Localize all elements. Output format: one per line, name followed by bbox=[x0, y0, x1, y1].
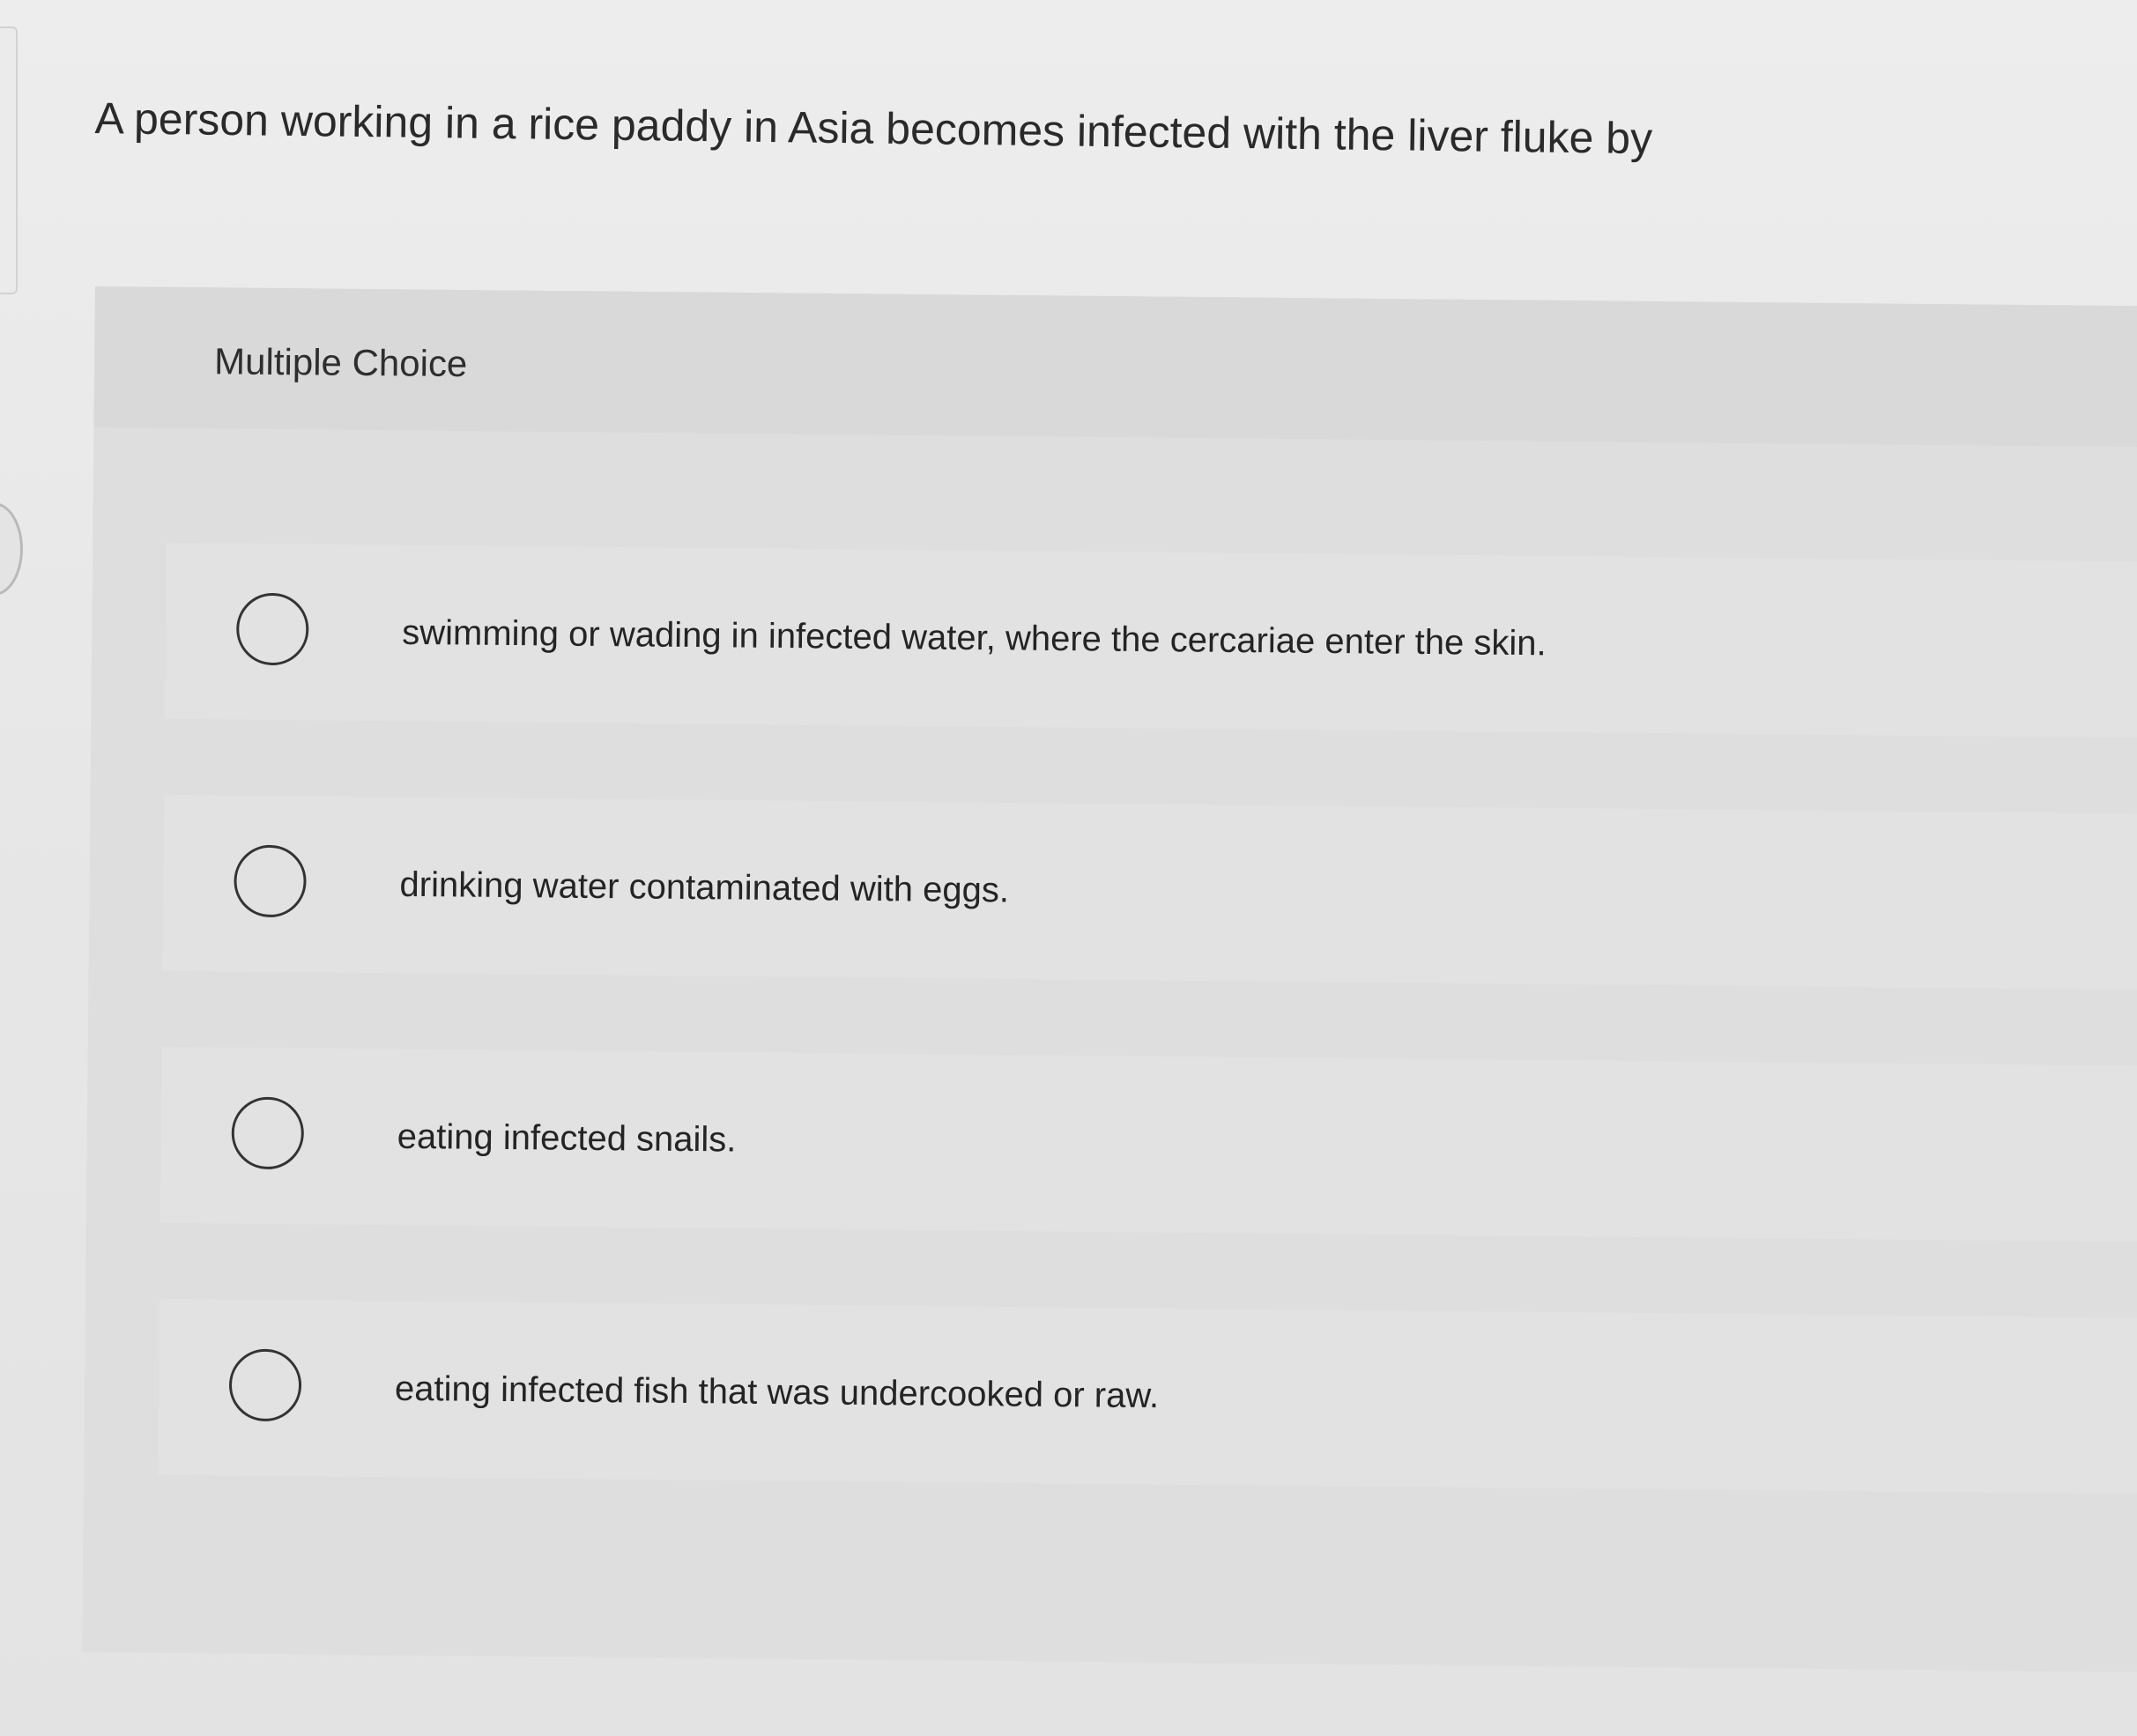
quiz-page: A person working in a rice paddy in Asia… bbox=[0, 0, 2137, 1736]
answer-option[interactable]: swimming or wading in infected water, wh… bbox=[165, 542, 2137, 738]
answer-option[interactable]: eating infected snails. bbox=[160, 1046, 2137, 1243]
radio-button[interactable] bbox=[231, 1096, 305, 1170]
answer-option[interactable]: eating infected fish that was undercooke… bbox=[158, 1298, 2137, 1495]
multiple-choice-label: Multiple Choice bbox=[213, 340, 468, 385]
question-text: A person working in a rice paddy in Asia… bbox=[94, 93, 1653, 164]
answer-option-label[interactable]: swimming or wading in infected water, wh… bbox=[402, 613, 1547, 664]
answer-option-label[interactable]: eating infected fish that was undercooke… bbox=[395, 1369, 1160, 1416]
answer-option-label[interactable]: drinking water contaminated with eggs. bbox=[399, 865, 1009, 911]
radio-button[interactable] bbox=[234, 844, 307, 918]
radio-button[interactable] bbox=[235, 592, 309, 666]
radio-button[interactable] bbox=[228, 1348, 302, 1422]
answer-option[interactable]: drinking water contaminated with eggs. bbox=[162, 794, 2137, 990]
multiple-choice-panel: Multiple Choice swimming or wading in in… bbox=[82, 286, 2137, 1673]
answer-options: swimming or wading in infected water, wh… bbox=[157, 542, 2137, 1570]
left-edge-tab[interactable] bbox=[0, 502, 23, 596]
left-edge-panel bbox=[0, 26, 18, 294]
multiple-choice-header: Multiple Choice bbox=[93, 286, 2137, 448]
answer-option-label[interactable]: eating infected snails. bbox=[397, 1117, 737, 1161]
